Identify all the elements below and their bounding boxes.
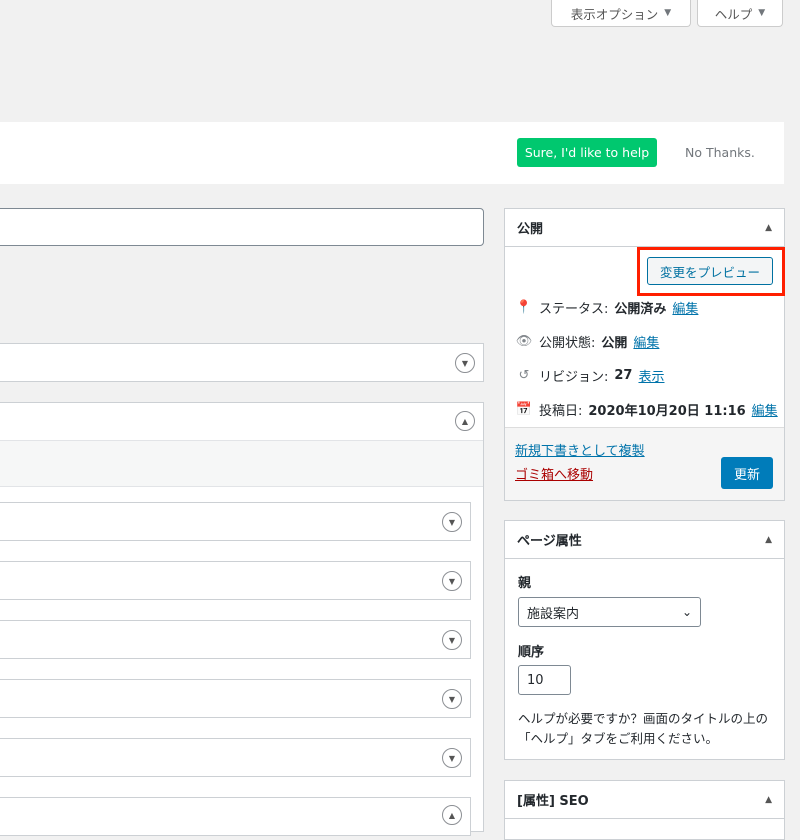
update-button[interactable]: 更新 [721,457,773,489]
pin-icon: 📍 [515,299,533,315]
toggle-down-icon[interactable]: ▼ [442,689,462,709]
revisions-row: ↺ リビジョン: 27 表示 [515,365,665,385]
eye-icon: 👁 [515,333,533,349]
published-date: 2020年10月20日 11:16 [588,403,746,419]
title-input[interactable] [0,208,484,246]
field-row [0,679,471,718]
status-value: 公開済み [614,301,667,317]
duplicate-draft-link[interactable]: 新規下書きとして複製 [515,440,645,459]
collapse-icon[interactable]: ▲ [765,795,772,805]
toggle-up-icon[interactable]: ▲ [442,805,462,825]
highlight-box [637,247,785,296]
order-input[interactable]: 10 [518,665,571,695]
page-attributes-header[interactable]: ページ属性 ▲ [505,521,784,559]
toggle-down-icon[interactable]: ▼ [442,748,462,768]
collapsed-metabox [0,343,484,382]
decline-tracking-link[interactable]: No Thanks. [685,145,755,160]
toggle-down-icon[interactable]: ▼ [442,571,462,591]
seo-box: [属性] SEO ▲ [504,780,785,840]
calendar-icon: 📅 [515,401,533,417]
chevron-down-icon: ⌄ [681,605,692,619]
parent-select[interactable]: 施設案内 ⌄ [518,597,701,627]
metabox-toolbar [0,440,483,487]
order-label: 順序 [518,645,545,660]
visibility-row: 👁 公開状態: 公開 編集 [515,332,660,351]
edit-visibility-link[interactable]: 編集 [633,332,659,351]
caret-down-icon: ▼ [664,8,672,18]
parent-select-value: 施設案内 [527,606,580,622]
toggle-down-icon[interactable]: ▼ [442,630,462,650]
seo-box-header[interactable]: [属性] SEO ▲ [505,781,784,819]
accept-tracking-button[interactable]: Sure, I'd like to help [517,138,657,167]
collapse-icon[interactable]: ▲ [765,535,772,545]
notice-bar [0,122,784,184]
help-text: ヘルプが必要ですか？画面のタイトルの上の「ヘルプ」タブをご利用ください。 [518,711,769,746]
seo-box-title: [属性] SEO [517,794,589,809]
published-date-row: 📅 投稿日: 2020年10月20日 11:16 編集 [515,400,778,419]
status-row: 📍 ステータス: 公開済み 編集 [515,298,699,317]
collapse-icon[interactable]: ▲ [765,223,772,233]
revisions-count: 27 [614,367,633,383]
field-row [0,797,471,836]
screen-options-button[interactable]: 表示オプション ▼ [551,0,691,27]
history-icon: ↺ [518,367,530,383]
visibility-value: 公開 [601,335,628,351]
help-button[interactable]: ヘルプ ▼ [697,0,783,27]
screen-options-label: 表示オプション [570,6,659,22]
field-row [0,738,471,777]
field-row [0,502,471,541]
publish-box-header[interactable]: 公開 ▲ [505,209,784,247]
help-label: ヘルプ [714,6,753,22]
toggle-down-icon[interactable]: ▼ [442,512,462,532]
edit-date-link[interactable]: 編集 [752,400,778,419]
publish-box-title: 公開 [517,222,544,237]
caret-down-icon: ▼ [758,8,766,18]
parent-label: 親 [518,576,532,591]
toggle-down-icon[interactable]: ▼ [455,353,475,373]
edit-status-link[interactable]: 編集 [672,298,698,317]
field-row [0,620,471,659]
toggle-up-icon[interactable]: ▲ [455,411,475,431]
view-revisions-link[interactable]: 表示 [638,366,664,385]
page-attributes-title: ページ属性 [517,534,582,549]
field-row [0,561,471,600]
trash-link[interactable]: ゴミ箱へ移動 [515,464,593,483]
